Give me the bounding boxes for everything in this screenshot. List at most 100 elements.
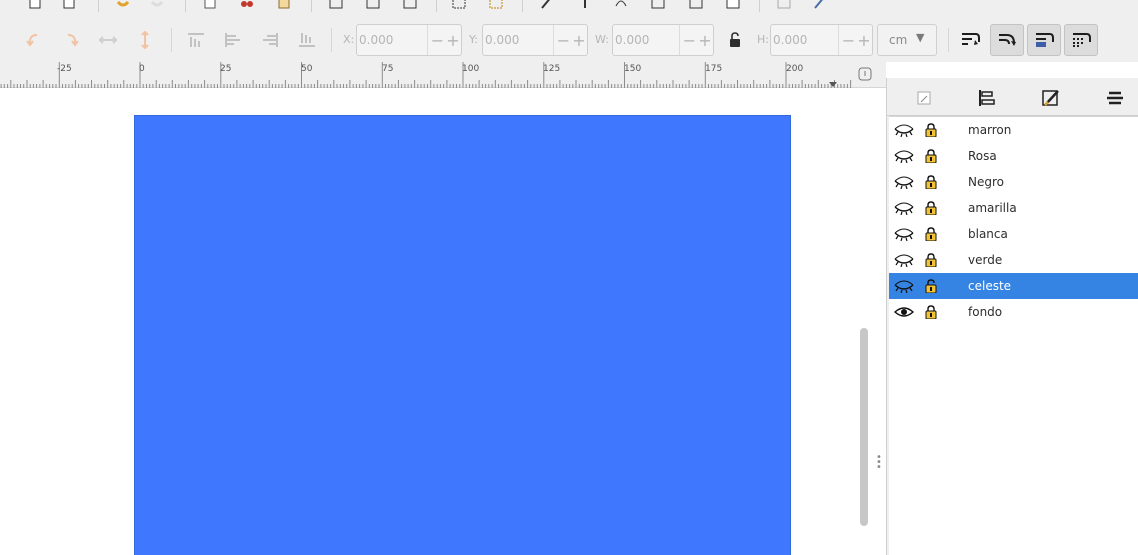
layer-lock-toggle[interactable] <box>925 123 937 138</box>
layer-lock-toggle[interactable] <box>925 201 937 216</box>
layer-visibility-toggle[interactable] <box>894 201 914 216</box>
eye-icon <box>893 307 915 317</box>
raise-button[interactable] <box>221 30 245 50</box>
w-spinbox[interactable]: − + <box>612 24 714 56</box>
zoom-page-icon[interactable] <box>403 0 417 10</box>
layer-name[interactable]: marron <box>968 123 1011 137</box>
layer-row[interactable]: Rosa <box>889 143 1138 169</box>
rotate-ccw-icon <box>26 34 38 47</box>
layer-visibility-toggle[interactable] <box>894 227 914 242</box>
layer-row[interactable]: marron <box>889 117 1138 143</box>
lock-open-icon <box>730 32 740 47</box>
raise-to-top-button[interactable] <box>184 30 208 50</box>
undo-icon[interactable] <box>116 0 130 10</box>
copy-icon[interactable] <box>203 0 217 10</box>
open-document-icon[interactable] <box>62 0 76 10</box>
rotate-ccw-button[interactable] <box>22 30 46 50</box>
redo-icon[interactable] <box>150 0 164 10</box>
fill-stroke-icon[interactable] <box>614 0 628 10</box>
new-document-icon[interactable] <box>28 0 42 10</box>
layer-visibility-toggle[interactable] <box>894 123 914 138</box>
fill-stroke-icon <box>1042 90 1059 106</box>
move-gradients-button[interactable] <box>1027 24 1061 56</box>
lock-proportions-button[interactable] <box>723 30 747 50</box>
tab-align-distribute[interactable] <box>977 88 997 108</box>
layer-name[interactable]: Negro <box>968 175 1004 189</box>
panel-splitter-handle[interactable]: • • • <box>876 453 882 473</box>
layer-lock-toggle[interactable] <box>925 305 937 320</box>
rotate-cw-button[interactable] <box>59 30 83 50</box>
layer-visibility-toggle[interactable] <box>894 149 914 164</box>
lower-to-bottom-button[interactable] <box>295 30 319 50</box>
layer-visibility-toggle[interactable] <box>893 305 915 319</box>
lower-button[interactable] <box>258 30 282 50</box>
layer-name[interactable]: verde <box>968 253 1002 267</box>
lock-icon <box>925 227 937 242</box>
h-input[interactable] <box>771 25 841 55</box>
pen-icon[interactable] <box>540 0 554 10</box>
layer-row[interactable]: blanca <box>889 221 1138 247</box>
layer-lock-toggle[interactable] <box>925 149 937 164</box>
tab-document-properties[interactable] <box>914 88 934 108</box>
h-increment-button[interactable]: + <box>854 25 874 55</box>
layer-name[interactable]: amarilla <box>968 201 1017 215</box>
layer-visibility-toggle[interactable] <box>894 175 914 190</box>
page-background[interactable] <box>134 115 791 555</box>
scale-corners-icon <box>999 34 1016 46</box>
layer-visibility-toggle[interactable] <box>894 253 914 268</box>
layer-lock-toggle[interactable] <box>925 253 937 268</box>
toolbar-separator <box>311 0 312 12</box>
horizontal-ruler[interactable]: -25 0 25 50 75 100 125 150 175 200 <box>0 62 856 88</box>
zoom-selection-icon[interactable] <box>329 0 343 10</box>
document-properties-icon <box>917 91 931 105</box>
vertical-scrollbar[interactable] <box>856 88 886 555</box>
layer-name[interactable]: fondo <box>968 305 1002 319</box>
layer-name[interactable]: celeste <box>968 279 1011 293</box>
layer-visibility-toggle[interactable] <box>894 279 914 294</box>
x-increment-button[interactable]: + <box>443 25 463 55</box>
layer-row[interactable]: Negro <box>889 169 1138 195</box>
w-increment-button[interactable]: + <box>695 25 715 55</box>
layer-row[interactable]: celeste <box>889 273 1138 299</box>
w-input[interactable] <box>613 25 683 55</box>
layer-name[interactable]: Rosa <box>968 149 997 163</box>
xml-editor-icon[interactable] <box>651 0 665 10</box>
y-increment-button[interactable]: + <box>569 25 589 55</box>
text-tool-icon[interactable] <box>578 0 592 10</box>
scrollbar-thumb[interactable] <box>860 328 868 526</box>
lock-icon <box>925 201 937 216</box>
move-patterns-button[interactable] <box>1064 24 1098 56</box>
flip-vertical-button[interactable] <box>133 30 157 50</box>
flip-horizontal-button[interactable] <box>96 30 120 50</box>
layer-lock-toggle[interactable] <box>925 279 937 294</box>
drawing-canvas[interactable] <box>0 88 856 555</box>
tab-layers[interactable] <box>1105 88 1125 108</box>
layer-name[interactable]: blanca <box>968 227 1008 241</box>
align-distribute-icon[interactable] <box>689 0 703 10</box>
y-spinbox[interactable]: − + <box>482 24 588 56</box>
y-input[interactable] <box>483 25 553 55</box>
layer-lock-toggle[interactable] <box>925 227 937 242</box>
cut-icon[interactable] <box>240 0 254 10</box>
clone-icon[interactable] <box>489 0 503 10</box>
zoom-drawing-icon[interactable] <box>366 0 380 10</box>
preferences-icon[interactable] <box>777 0 791 10</box>
h-spinbox[interactable]: − + <box>770 24 873 56</box>
document-properties-icon[interactable] <box>726 0 740 10</box>
align-distribute-icon <box>979 90 995 106</box>
scale-stroke-button[interactable] <box>953 24 987 56</box>
layer-lock-toggle[interactable] <box>925 175 937 190</box>
layer-row[interactable]: verde <box>889 247 1138 273</box>
layer-row[interactable]: amarilla <box>889 195 1138 221</box>
scale-corners-button[interactable] <box>990 24 1024 56</box>
unit-dropdown[interactable]: cm ▼ <box>877 24 937 56</box>
paste-icon[interactable] <box>277 0 291 10</box>
x-input[interactable] <box>357 25 427 55</box>
duplicate-icon[interactable] <box>452 0 466 10</box>
lock-guides-icon[interactable] <box>858 67 872 81</box>
tab-fill-stroke[interactable] <box>1041 88 1061 108</box>
tools-icon[interactable] <box>813 0 827 10</box>
x-spinbox[interactable]: − + <box>356 24 462 56</box>
flip-horizontal-icon <box>99 36 117 44</box>
layer-row[interactable]: fondo <box>889 299 1138 325</box>
